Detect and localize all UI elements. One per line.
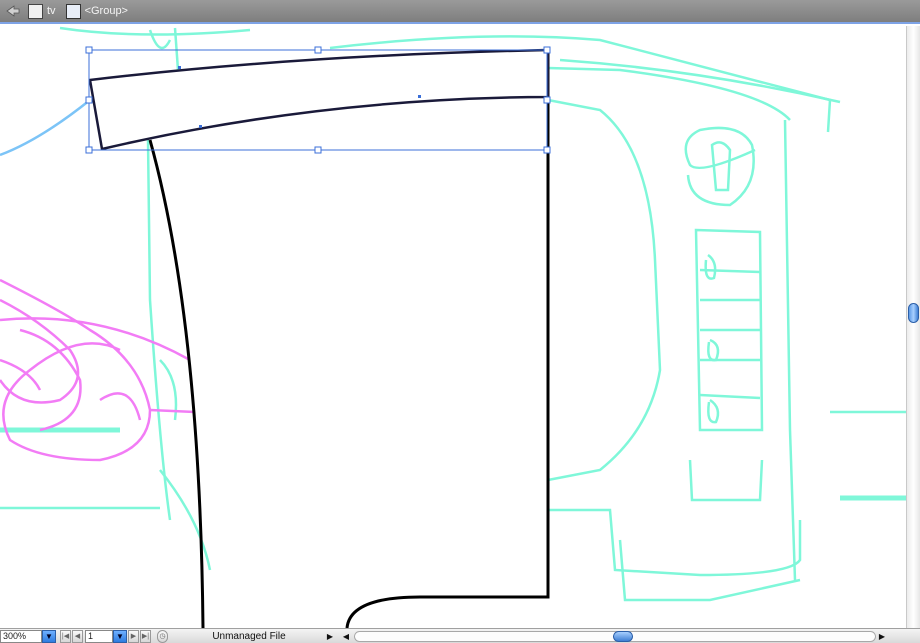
vertical-scroll-thumb[interactable]	[908, 303, 919, 323]
anchor-point[interactable]	[178, 66, 181, 69]
status-text: Unmanaged File	[212, 630, 286, 642]
triangle-right-icon: ▶	[878, 631, 886, 641]
page-dropdown-button[interactable]: ▼	[113, 629, 127, 643]
artboard-canvas[interactable]	[0, 26, 906, 628]
artwork	[0, 26, 906, 628]
last-page-icon: ▶|	[141, 633, 150, 640]
triangle-right-icon: ▶	[326, 631, 334, 641]
status-bar: 300% ▼ |◀ ◀ 1 ▼ ▶ ▶| ◷ Unmanaged File ▶ …	[0, 628, 920, 643]
zoom-field[interactable]: 300%	[0, 629, 42, 643]
selection-handle[interactable]	[543, 146, 551, 154]
clock-button[interactable]: ◷	[157, 629, 168, 643]
selection-handle[interactable]	[543, 46, 551, 54]
status-menu-button[interactable]: ▶	[324, 630, 336, 643]
selected-band[interactable]	[88, 48, 550, 151]
back-button[interactable]	[4, 2, 22, 20]
first-page-icon: |◀	[61, 633, 70, 640]
prev-page-icon: ◀	[74, 633, 81, 640]
anchor-point[interactable]	[199, 125, 202, 128]
next-page-button[interactable]: ▶	[128, 629, 139, 643]
next-page-icon: ▶	[130, 633, 137, 640]
prev-page-button[interactable]: ◀	[72, 629, 83, 643]
layer-icon[interactable]	[28, 3, 43, 19]
group-icon[interactable]	[65, 3, 81, 19]
chevron-down-icon: ▼	[45, 631, 53, 641]
selection-handle[interactable]	[85, 96, 93, 104]
selection-handle[interactable]	[314, 146, 322, 154]
horizontal-scroll-thumb[interactable]	[613, 630, 633, 642]
shape-left-edge[interactable]	[148, 139, 205, 628]
anchor-point[interactable]	[418, 95, 421, 98]
zoom-dropdown-button[interactable]: ▼	[42, 629, 56, 643]
marker-layer	[0, 278, 196, 462]
breadcrumb-group[interactable]: <Group>	[85, 5, 128, 17]
selection-handle[interactable]	[85, 46, 93, 54]
breadcrumb-layer[interactable]: tv	[47, 5, 56, 17]
vertical-scrollbar[interactable]	[906, 26, 920, 628]
last-page-button[interactable]: ▶|	[140, 629, 151, 643]
horizontal-scrollbar[interactable]	[354, 630, 876, 642]
selection-handle[interactable]	[85, 146, 93, 154]
clock-icon: ◷	[159, 633, 166, 640]
scroll-left-button[interactable]: ◀	[340, 630, 352, 643]
scroll-right-button[interactable]: ▶	[876, 630, 888, 643]
shape-right-edge[interactable]	[345, 50, 550, 628]
page-field[interactable]: 1	[85, 629, 113, 643]
left-arrow-icon	[6, 5, 20, 17]
selection-handle[interactable]	[314, 46, 322, 54]
triangle-left-icon: ◀	[342, 631, 350, 641]
first-page-button[interactable]: |◀	[60, 629, 71, 643]
chevron-down-icon: ▼	[116, 631, 124, 641]
breadcrumb-bar: tv <Group>	[0, 0, 920, 24]
selection-handle[interactable]	[543, 96, 551, 104]
